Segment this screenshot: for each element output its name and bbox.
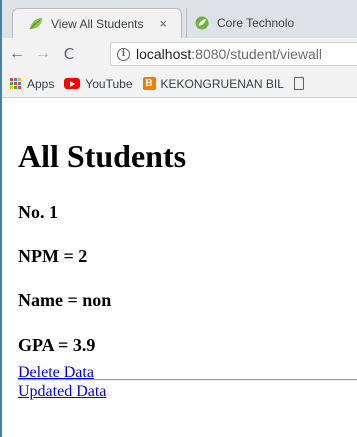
- delete-data-link[interactable]: Delete Data: [18, 364, 94, 382]
- forward-button[interactable]: →: [32, 43, 54, 65]
- spring-icon: [195, 16, 209, 30]
- updated-data-link[interactable]: Updated Data: [18, 383, 106, 401]
- bookmark-apps[interactable]: Apps: [10, 77, 54, 91]
- bookmark-document[interactable]: [293, 77, 309, 90]
- student-gpa: GPA = 3.9: [18, 335, 96, 355]
- tab-core-technologies[interactable]: Core Technolo: [186, 8, 357, 38]
- leaf-icon: [29, 17, 42, 29]
- bookmark-youtube[interactable]: YouTube: [64, 76, 133, 91]
- back-button[interactable]: ←: [6, 43, 28, 65]
- student-name: Name = non: [18, 290, 112, 310]
- tab-title: Core Technolo: [217, 16, 295, 30]
- browser-toolbar: ← → C i localhost:8080/student/viewall: [2, 38, 357, 70]
- page-title: All Students: [18, 138, 187, 174]
- student-number: No. 1: [18, 202, 58, 222]
- tab-view-all-students[interactable]: View All Students ×: [12, 8, 182, 38]
- address-bar[interactable]: i localhost:8080/student/viewall: [110, 42, 357, 66]
- youtube-icon: [64, 78, 81, 89]
- close-icon[interactable]: ×: [159, 16, 167, 31]
- reload-button[interactable]: C: [58, 43, 80, 65]
- bookmarks-bar: Apps YouTube B KEKONGRUENAN BIL: [2, 70, 357, 98]
- document-icon: [293, 77, 304, 90]
- bookmark-label: Apps: [27, 76, 55, 91]
- tab-strip: View All Students × Core Technolo: [2, 0, 357, 38]
- bookmark-kekongruenan[interactable]: B KEKONGRUENAN BIL: [142, 76, 284, 91]
- tab-title: View All Students: [51, 16, 144, 31]
- url-host: localhost: [136, 46, 192, 62]
- info-icon[interactable]: i: [117, 47, 130, 61]
- blogger-icon: B: [142, 77, 156, 90]
- url-path: :8080/student/viewall: [191, 46, 323, 62]
- bookmark-label: YouTube: [85, 76, 133, 91]
- apps-grid-icon: [10, 77, 22, 90]
- bookmark-label: KEKONGRUENAN BIL: [160, 76, 284, 91]
- student-npm: NPM = 2: [18, 246, 88, 266]
